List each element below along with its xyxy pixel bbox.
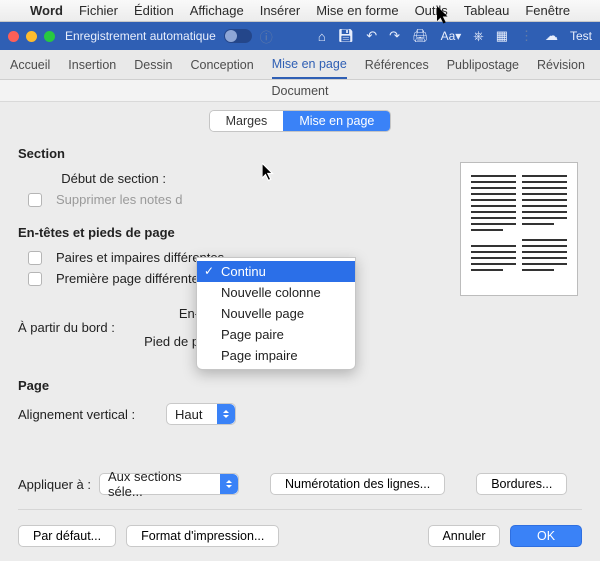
font-icon[interactable]: Aa▾	[441, 29, 462, 43]
menu-fichier[interactable]: Fichier	[79, 3, 118, 18]
option-page-impaire[interactable]: Page impaire	[197, 345, 355, 366]
redo-icon[interactable]: ↷	[389, 28, 400, 44]
menu-inserer[interactable]: Insérer	[260, 3, 300, 18]
autosave-control[interactable]: Enregistrement automatique ⓘ	[65, 27, 273, 46]
menu-outils[interactable]: Outils	[415, 3, 448, 18]
vertical-alignment-label: Alignement vertical :	[18, 407, 158, 422]
borders-button[interactable]: Bordures...	[476, 473, 567, 495]
section-group-title: Section	[18, 146, 582, 161]
vertical-alignment-select[interactable]: Haut	[166, 403, 236, 425]
macos-menu-bar[interactable]: Word Fichier Édition Affichage Insérer M…	[0, 0, 600, 22]
tab-mise-en-page-dialog[interactable]: Mise en page	[283, 111, 390, 131]
section-start-label: Début de section :	[46, 171, 166, 186]
ok-button[interactable]: OK	[510, 525, 582, 547]
zoom-window-icon[interactable]	[44, 31, 55, 42]
chevron-updown-icon	[220, 474, 238, 494]
suppress-endnotes-label: Supprimer les notes d	[56, 192, 182, 207]
menu-fenetre[interactable]: Fenêtre	[525, 3, 570, 18]
word-title-bar: Enregistrement automatique ⓘ ⌂ 💾︎ ↶ ↷ 🖨︎…	[0, 22, 600, 50]
menu-affichage[interactable]: Affichage	[190, 3, 244, 18]
tab-dessin[interactable]: Dessin	[134, 58, 172, 72]
tab-revision[interactable]: Révision	[537, 58, 585, 72]
minimize-window-icon[interactable]	[26, 31, 37, 42]
section-start-dropdown[interactable]: Continu Nouvelle colonne Nouvelle page P…	[196, 257, 356, 370]
menu-mise-en-forme[interactable]: Mise en forme	[316, 3, 398, 18]
diff-first-page-label: Première page différente	[56, 271, 199, 286]
tool-icon[interactable]: ⎈	[473, 28, 483, 44]
app-menu[interactable]: Word	[30, 3, 63, 18]
quick-access-toolbar: ⌂ 💾︎ ↶ ↷ 🖨︎ Aa▾ ⎈ ▦ ⋮ ☁ Test	[318, 28, 592, 44]
diff-first-page-checkbox[interactable]	[28, 272, 42, 286]
document-name[interactable]: Test	[570, 29, 592, 43]
menu-tableau[interactable]: Tableau	[464, 3, 510, 18]
tab-marges[interactable]: Marges	[210, 111, 284, 131]
undo-icon[interactable]: ↶	[366, 28, 377, 44]
ribbon-options-icon[interactable]: ▦	[496, 28, 508, 44]
vertical-alignment-value: Haut	[175, 407, 202, 422]
print-format-button[interactable]: Format d'impression...	[126, 525, 279, 547]
divider-icon: ⋮	[520, 28, 533, 44]
option-page-paire[interactable]: Page paire	[197, 324, 355, 345]
line-numbers-button[interactable]: Numérotation des lignes...	[270, 473, 445, 495]
home-icon[interactable]: ⌂	[318, 29, 326, 44]
apply-to-value: Aux sections séle...	[108, 469, 214, 499]
tab-references[interactable]: Références	[365, 58, 429, 72]
option-continu[interactable]: Continu	[197, 261, 355, 282]
tab-publipostage[interactable]: Publipostage	[447, 58, 519, 72]
chevron-updown-icon	[217, 404, 235, 424]
page-group-title: Page	[18, 378, 582, 393]
dialog-title: Document	[0, 80, 600, 102]
suppress-endnotes-checkbox	[28, 193, 42, 207]
apply-to-label: Appliquer à :	[18, 477, 91, 492]
ribbon-tabs: Accueil Insertion Dessin Conception Mise…	[0, 50, 600, 80]
info-icon[interactable]: ⓘ	[260, 27, 273, 46]
window-controls[interactable]	[8, 31, 55, 42]
close-window-icon[interactable]	[8, 31, 19, 42]
apply-to-select[interactable]: Aux sections séle...	[99, 473, 239, 495]
dialog-tabs: Marges Mise en page	[209, 110, 392, 132]
menu-edition[interactable]: Édition	[134, 3, 174, 18]
tab-mise-en-page[interactable]: Mise en page	[272, 57, 347, 79]
autosave-label: Enregistrement automatique	[65, 29, 216, 43]
tab-insertion[interactable]: Insertion	[68, 58, 116, 72]
option-nouvelle-colonne[interactable]: Nouvelle colonne	[197, 282, 355, 303]
document-setup-dialog: Marges Mise en page Section Début de sec…	[0, 102, 600, 561]
diff-odd-even-checkbox[interactable]	[28, 251, 42, 265]
save-icon[interactable]: 💾︎	[338, 28, 355, 44]
tab-conception[interactable]: Conception	[190, 58, 253, 72]
default-button[interactable]: Par défaut...	[18, 525, 116, 547]
cancel-button[interactable]: Annuler	[428, 525, 500, 547]
from-edge-label: À partir du bord :	[18, 320, 133, 335]
share-icon[interactable]: ☁	[545, 28, 558, 44]
dialog-button-row: Par défaut... Format d'impression... Ann…	[18, 525, 582, 547]
autosave-toggle[interactable]	[224, 29, 252, 43]
print-icon[interactable]: 🖨︎	[412, 28, 429, 44]
tab-accueil[interactable]: Accueil	[10, 58, 50, 72]
page-preview	[460, 162, 578, 296]
option-nouvelle-page[interactable]: Nouvelle page	[197, 303, 355, 324]
